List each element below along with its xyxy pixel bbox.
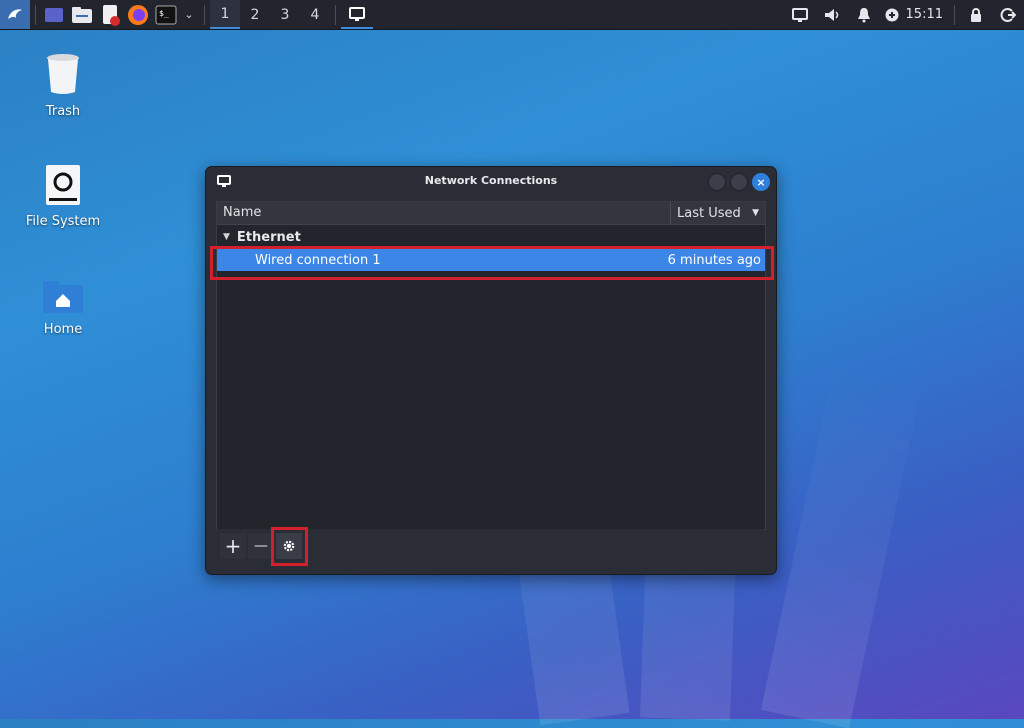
taskbar-network-connections[interactable] (341, 0, 373, 29)
connections-list[interactable]: Name Last Used ▼ ▼ Ethernet Wired connec… (216, 201, 766, 530)
top-panel: $_ ⌄ 1 2 3 4 15:11 (0, 0, 1024, 30)
logout-button[interactable] (992, 0, 1024, 29)
panel-separator (954, 4, 955, 25)
terminal-icon: $_ (155, 5, 177, 24)
svg-text:$_: $_ (159, 9, 169, 18)
kali-dragon-icon (8, 8, 22, 19)
connection-name: Wired connection 1 (255, 252, 381, 268)
lock-screen-button[interactable] (960, 0, 992, 29)
workspace-label: 3 (280, 6, 290, 23)
network-tray-button[interactable] (784, 0, 816, 29)
network-window-icon (349, 6, 365, 21)
workspace-4[interactable]: 4 (300, 0, 330, 29)
terminal-launcher[interactable]: $_ (153, 2, 179, 28)
maximize-button[interactable] (730, 173, 748, 191)
window-titlebar[interactable]: Network Connections × (206, 167, 776, 195)
workspace-label: 2 (250, 6, 260, 23)
update-icon (885, 8, 899, 21)
column-header-row: Name Last Used ▼ (217, 202, 765, 225)
column-header-last-used[interactable]: Last Used ▼ (671, 202, 765, 224)
network-connections-window: Network Connections × Name Last Used ▼ ▼… (205, 166, 777, 575)
connection-row[interactable]: Wired connection 1 6 minutes ago (217, 249, 765, 271)
desktop-icon-file-system[interactable]: File System (18, 164, 108, 229)
remove-connection-button[interactable]: — (248, 533, 274, 559)
notifications-tray-button[interactable] (848, 0, 880, 29)
text-editor-icon (103, 4, 120, 26)
column-header-name[interactable]: Name (217, 202, 671, 224)
window-toolbar: + — (216, 529, 764, 563)
speaker-icon (824, 8, 838, 21)
sort-descending-icon: ▼ (752, 208, 759, 218)
gear-icon (283, 540, 295, 552)
workspace-label: 4 (310, 6, 320, 23)
desktop-icon-label: Home (43, 322, 83, 337)
text-editor-launcher[interactable] (97, 2, 123, 28)
plus-icon: + (224, 534, 242, 558)
expand-triangle-icon[interactable]: ▼ (223, 232, 230, 242)
connection-last-used: 6 minutes ago (667, 252, 761, 268)
trash-icon (47, 54, 79, 94)
background-ray (760, 357, 924, 728)
lock-icon (971, 7, 981, 22)
desktop-icon-label: File System (25, 214, 101, 229)
applications-menu-button[interactable] (0, 0, 30, 29)
volume-tray-button[interactable] (816, 0, 848, 29)
workspace-2[interactable]: 2 (240, 0, 270, 29)
close-icon: × (756, 175, 766, 189)
chevron-down-icon: ⌄ (184, 8, 194, 21)
add-connection-button[interactable]: + (220, 533, 246, 559)
panel-separator (335, 4, 336, 25)
desktop-icon-trash[interactable]: Trash (18, 52, 108, 119)
panel-separator (35, 4, 36, 25)
workspace-3[interactable]: 3 (270, 0, 300, 29)
group-label: Ethernet (236, 229, 301, 245)
file-manager-launcher[interactable] (69, 2, 95, 28)
edit-connection-button[interactable] (276, 533, 302, 559)
system-tray: 15:11 (784, 0, 1024, 29)
drive-icon (46, 165, 80, 205)
workspace-1[interactable]: 1 (210, 0, 240, 29)
panel-clock[interactable]: 15:11 (906, 7, 943, 22)
folder-icon (72, 6, 92, 23)
minimize-button[interactable] (708, 173, 726, 191)
bell-icon (857, 7, 870, 22)
home-folder-icon (43, 281, 83, 313)
desktop-icon-home[interactable]: Home (18, 280, 108, 337)
workspace-label: 1 (220, 5, 230, 22)
network-wired-icon (791, 7, 808, 22)
panel-separator (204, 4, 205, 25)
firefox-icon (128, 4, 148, 25)
desktop-icon (45, 7, 63, 22)
column-header-label: Last Used (677, 205, 741, 221)
minus-icon: — (254, 538, 268, 554)
logout-icon (1000, 7, 1016, 22)
show-desktop-button[interactable] (41, 2, 67, 28)
group-row-ethernet[interactable]: ▼ Ethernet (217, 225, 765, 249)
updates-tray-button[interactable] (880, 0, 904, 29)
column-header-label: Name (223, 205, 262, 220)
close-button[interactable]: × (752, 173, 770, 191)
launcher-dropdown-button[interactable]: ⌄ (181, 2, 197, 28)
window-title: Network Connections (424, 174, 558, 187)
desktop-icon-label: Trash (45, 104, 81, 119)
firefox-launcher[interactable] (125, 2, 151, 28)
